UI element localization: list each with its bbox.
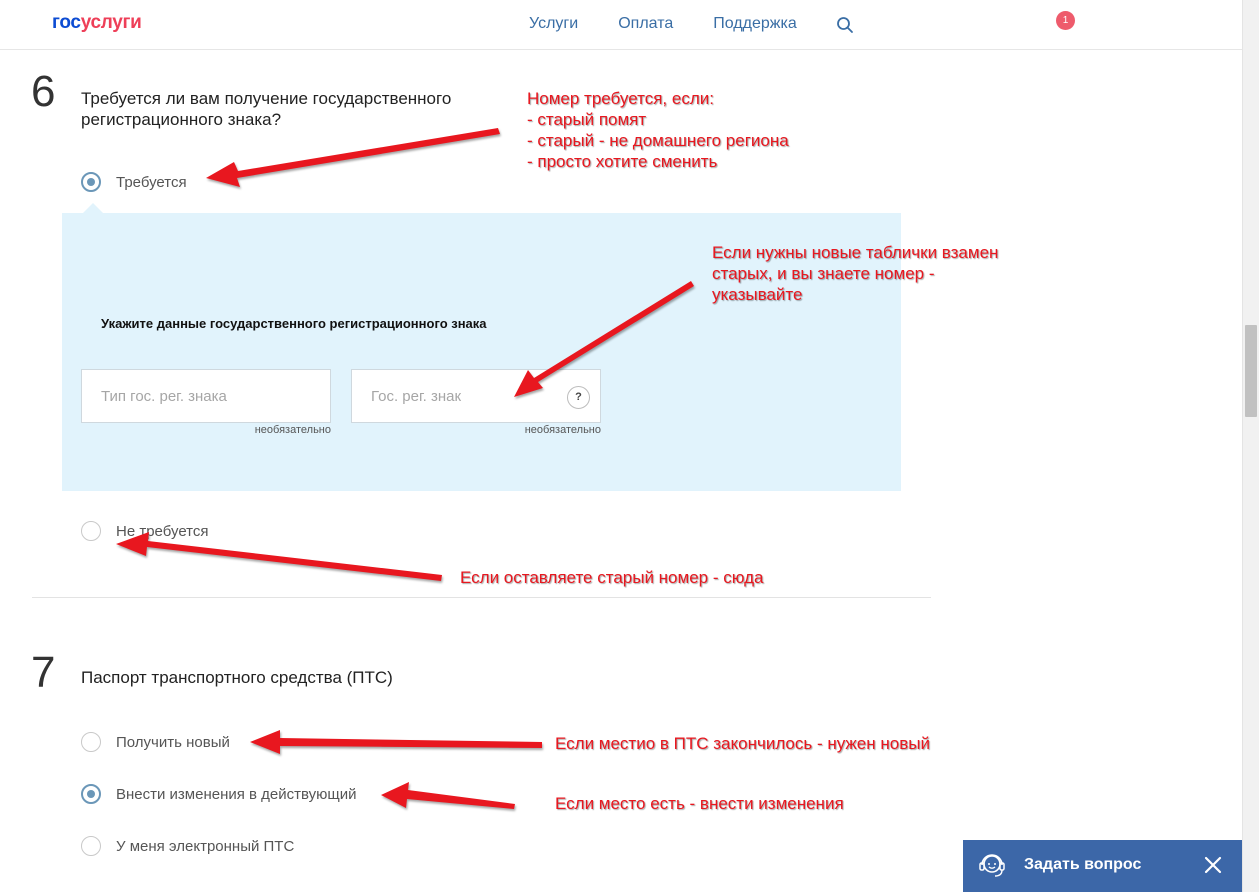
annotation-new-plates: Если нужны новые таблички взамен старых,… (712, 243, 999, 304)
close-icon[interactable] (1203, 855, 1223, 875)
radio-pts-new[interactable]: Получить новый (81, 732, 230, 752)
notification-badge[interactable]: 1 (1056, 11, 1075, 30)
annotation-keep-old-number: Если оставляете старый номер - сюда (460, 568, 764, 587)
radio-plate-required[interactable]: Требуется (81, 172, 187, 192)
annotation-arrow-1 (206, 128, 500, 187)
support-headset-icon (979, 854, 1005, 877)
annotation-arrow-4 (250, 730, 542, 754)
question-6-title: Требуется ли вам получение государственн… (81, 88, 451, 130)
annotation-plate-reasons: Номер требуется, если: - старый помят - … (527, 89, 789, 171)
radio-label-pts-modify: Внести изменения в действующий (116, 785, 357, 803)
plate-number-field[interactable]: ? (351, 369, 601, 423)
nav-services[interactable]: Услуги (529, 15, 578, 33)
radio-button-unchecked[interactable] (81, 732, 101, 752)
radio-button-checked[interactable] (81, 784, 101, 804)
radio-label-required: Требуется (116, 173, 187, 191)
plate-type-input[interactable] (82, 370, 330, 422)
nav-support[interactable]: Поддержка (713, 15, 796, 33)
radio-label-pts-new: Получить новый (116, 733, 230, 751)
site-header: госуслуги Услуги Оплата Поддержка 1 (0, 0, 1242, 50)
radio-label-pts-electronic: У меня электронный ПТС (116, 837, 295, 855)
gosuslugi-logo[interactable]: госуслуги (52, 12, 142, 34)
ask-question-widget[interactable]: Задать вопрос (963, 840, 1242, 892)
radio-button-unchecked[interactable] (81, 521, 101, 541)
logo-part-uslugi: услуги (80, 12, 142, 33)
radio-pts-electronic[interactable]: У меня электронный ПТС (81, 836, 294, 856)
ask-question-label: Задать вопрос (1024, 856, 1142, 873)
section-divider (32, 597, 931, 598)
radio-pts-modify[interactable]: Внести изменения в действующий (81, 784, 357, 804)
search-icon[interactable] (836, 16, 854, 34)
question-7-title: Паспорт транспортного средства (ПТС) (81, 668, 393, 687)
nav-payment[interactable]: Оплата (618, 15, 673, 33)
question-6-title-line2: регистрационного знака? (81, 110, 282, 129)
plate-details-title: Укажите данные государственного регистра… (101, 316, 487, 331)
help-question-icon[interactable]: ? (567, 386, 590, 409)
main-nav: Услуги Оплата Поддержка (529, 15, 837, 33)
page-scrollbar[interactable] (1242, 0, 1259, 892)
plate-type-optional-hint: необязательно (254, 424, 331, 436)
logo-part-gos: гос (52, 12, 81, 33)
radio-plate-not-required[interactable]: Не требуется (81, 521, 209, 541)
plate-number-input[interactable] (352, 370, 600, 422)
radio-button-unchecked[interactable] (81, 836, 101, 856)
panel-pointer (83, 203, 103, 213)
question-6-number: 6 (31, 67, 56, 116)
radio-button-checked[interactable] (81, 172, 101, 192)
annotation-arrow-5 (381, 782, 515, 809)
plate-number-optional-hint: необязательно (524, 424, 601, 436)
radio-label-not-required: Не требуется (116, 522, 209, 540)
scrollbar-thumb[interactable] (1245, 325, 1257, 417)
annotation-pts-new: Если местио в ПТС закончилось - нужен но… (555, 734, 930, 753)
question-7-number: 7 (31, 648, 56, 697)
annotation-pts-modify: Если место есть - внести изменения (555, 794, 844, 813)
question-6-title-line1: Требуется ли вам получение государственн… (81, 89, 452, 108)
plate-type-field[interactable] (81, 369, 331, 423)
